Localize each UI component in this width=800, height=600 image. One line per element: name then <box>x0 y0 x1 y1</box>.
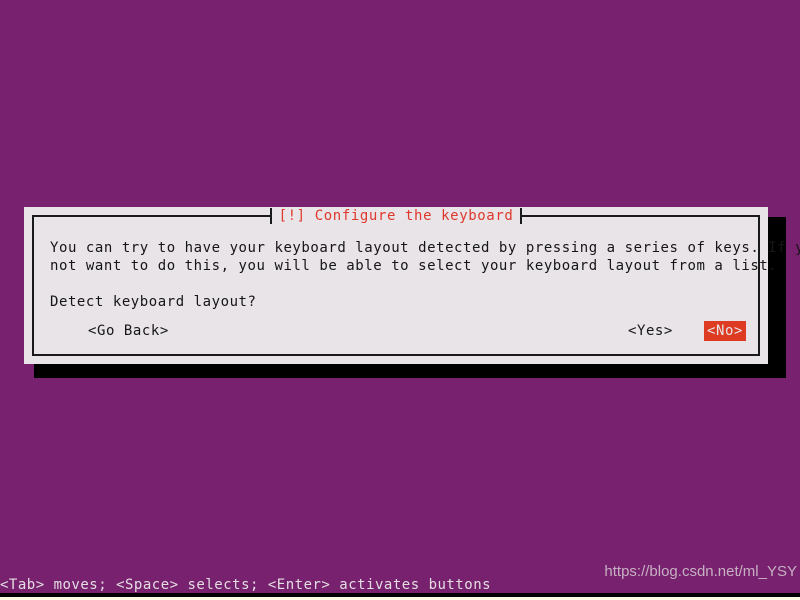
dialog-title-box: [!] Configure the keyboard <box>269 207 523 225</box>
dialog-paragraph-spacer <box>50 275 748 293</box>
dialog-inner-frame: [!] Configure the keyboard You can try t… <box>32 207 800 356</box>
dialog-paragraph-line-1: You can try to have your keyboard layout… <box>50 240 800 256</box>
keyboard-hint-text: <Tab> moves; <Space> selects; <Enter> ac… <box>0 577 492 593</box>
dialog-question-text: Detect keyboard layout? <box>50 294 257 310</box>
go-back-button[interactable]: <Go Back> <box>86 321 171 341</box>
yes-button[interactable]: <Yes> <box>626 321 675 341</box>
installer-screen: [!] Configure the keyboard You can try t… <box>0 0 800 600</box>
configure-keyboard-dialog: [!] Configure the keyboard You can try t… <box>24 207 800 364</box>
no-button[interactable]: <No> <box>704 321 746 341</box>
dialog-body: You can try to have your keyboard layout… <box>50 239 800 311</box>
dialog-button-row: <Go Back> <Yes> <No> <box>34 321 758 341</box>
dialog-title-text: [!] Configure the keyboard <box>278 208 514 224</box>
status-bar: <Tab> moves; <Space> selects; <Enter> ac… <box>0 563 800 593</box>
watermark-text: https://blog.csdn.net/ml_YSY <box>604 563 797 580</box>
dialog-paragraph-line-2: not want to do this, you will be able to… <box>50 258 778 274</box>
